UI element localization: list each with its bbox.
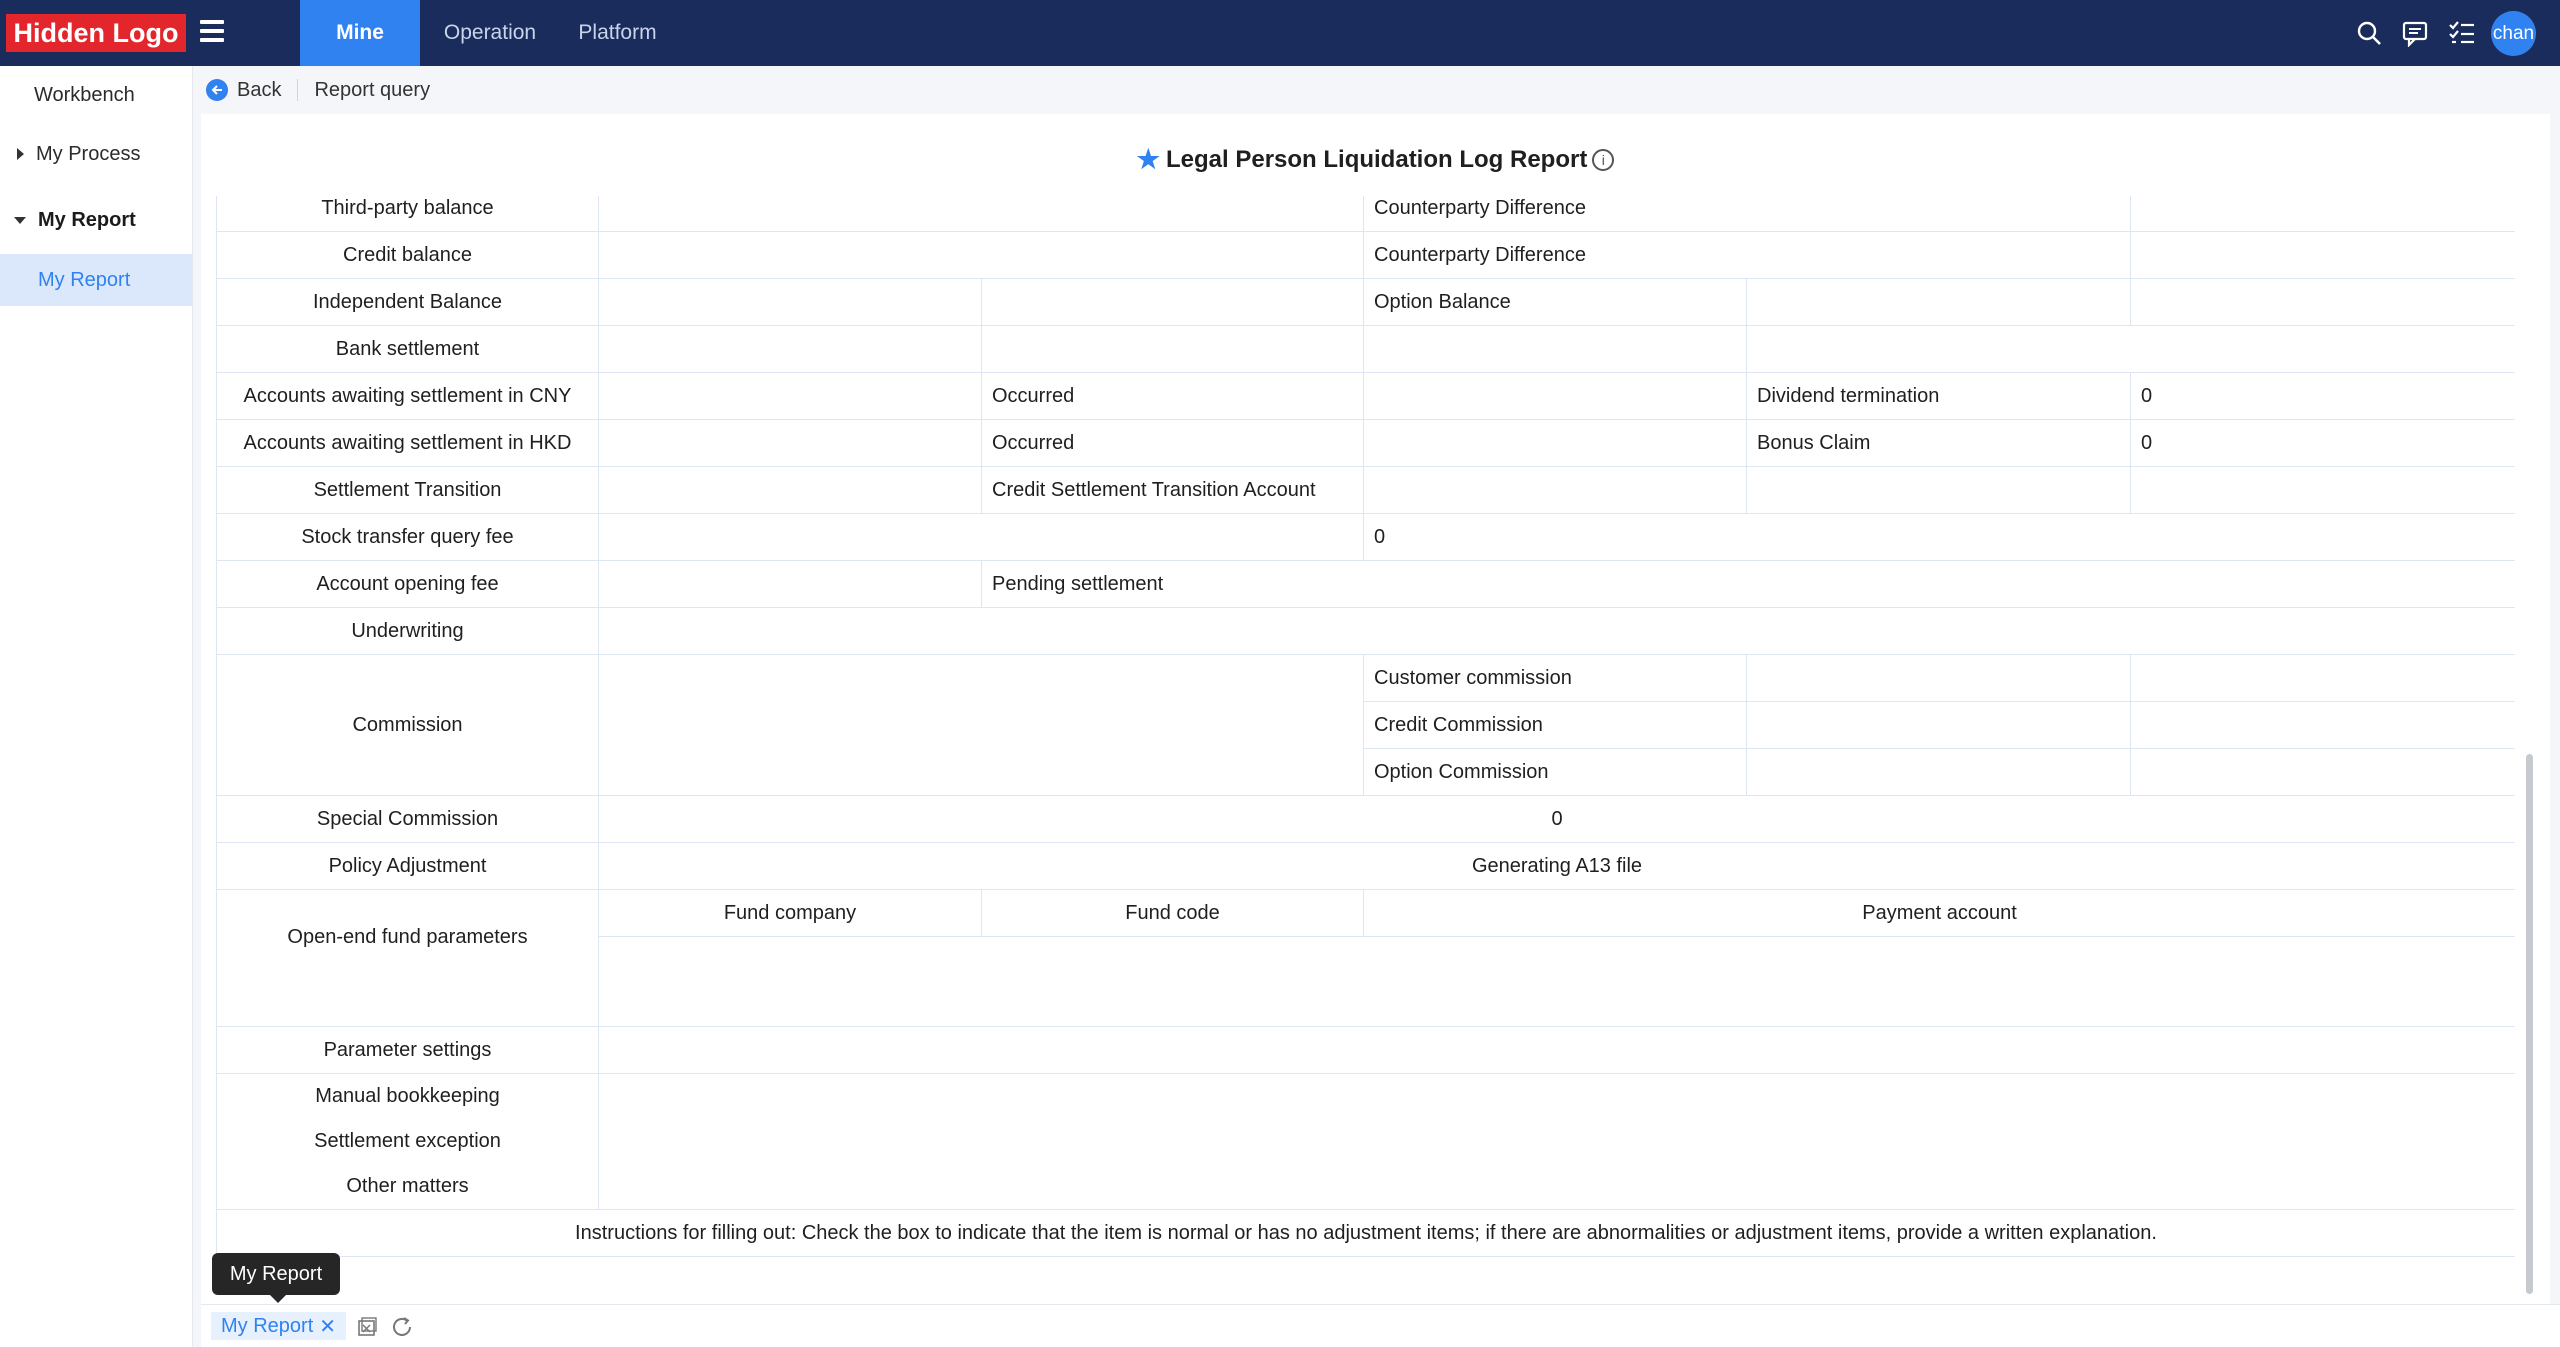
table-cell: Bank settlement xyxy=(216,325,599,373)
table-cell: Generating A13 file xyxy=(598,842,2515,890)
task-list-icon[interactable] xyxy=(2448,19,2476,47)
table-cell: Settlement Transition xyxy=(216,466,599,514)
table-row: Instructions for filling out: Check the … xyxy=(216,1209,2515,1257)
report-title-text: Legal Person Liquidation Log Report xyxy=(1165,145,1588,173)
table-cell: Special Commission xyxy=(216,795,599,843)
nav-tab-mine[interactable]: Mine xyxy=(300,0,420,66)
table-cell: Payment account xyxy=(1363,889,2515,937)
table-row: Policy Adjustment Generating A13 file xyxy=(216,842,2515,890)
close-icon[interactable]: ✕ xyxy=(319,1314,336,1339)
table-cell: Occurred xyxy=(981,419,1364,467)
sidebar-item-workbench[interactable]: Workbench xyxy=(0,69,192,121)
table-cell: Policy Adjustment xyxy=(216,842,599,890)
table-cell: 0 xyxy=(2130,372,2515,420)
table-cell: Third-party balance xyxy=(216,196,599,232)
table-cell: Open-end fund parameters xyxy=(216,889,599,1027)
sidebar-item-my-report[interactable]: My Report xyxy=(0,254,192,306)
report-table-scroll[interactable]: Third-party balance Counterparty Differe… xyxy=(216,196,2515,1266)
nav-tab-platform[interactable]: Platform xyxy=(560,0,675,66)
sidebar-item-label: My Process xyxy=(36,142,141,165)
breadcrumb-current: Report query xyxy=(314,78,431,101)
star-icon[interactable]: ★ xyxy=(1137,144,1160,175)
table-row: Commission Customer commission xyxy=(216,654,2515,796)
table-row: Underwriting xyxy=(216,607,2515,655)
refresh-icon[interactable] xyxy=(390,1315,414,1339)
table-cell-line: Manual bookkeeping xyxy=(315,1085,500,1107)
table-row: Independent Balance Option Balance xyxy=(216,278,2515,326)
table-cell: Counterparty Difference xyxy=(1363,196,2131,232)
table-cell: Parameter settings xyxy=(216,1026,599,1074)
instructions-text: Instructions for filling out: Check the … xyxy=(216,1209,2515,1257)
top-navigation-bar: Hidden Logo Mine Operation Platform chan xyxy=(0,0,2560,66)
table-cell: Underwriting xyxy=(216,607,599,655)
sidebar-item-label: My Report xyxy=(38,208,136,231)
sidebar-group-my-report[interactable]: My Report xyxy=(0,194,192,246)
tab-my-report[interactable]: My Report ✕ xyxy=(211,1312,347,1340)
report-table: Third-party balance Counterparty Differe… xyxy=(216,196,2515,1257)
table-cell: Fund company xyxy=(598,889,982,937)
sidebar: Workbench My Process My Report My Report xyxy=(0,66,193,1347)
table-row: Settlement Transition Credit Settlement … xyxy=(216,466,2515,514)
table-cell: Commission xyxy=(216,654,599,796)
table-cell: Customer commission xyxy=(1363,654,1747,702)
menu-toggle-icon[interactable] xyxy=(200,20,224,42)
table-cell: Occurred xyxy=(981,372,1364,420)
bottom-tab-bar: My Report ✕ xyxy=(201,1304,2560,1347)
info-icon[interactable]: i xyxy=(1592,148,1615,171)
sidebar-item-label: Workbench xyxy=(34,83,135,106)
table-row: Manual bookkeeping Settlement exception … xyxy=(216,1073,2515,1210)
table-cell: Option Balance xyxy=(1363,278,1747,326)
table-row: Bank settlement xyxy=(216,325,2515,373)
table-cell: 0 xyxy=(1363,513,2515,561)
tab-label: My Report xyxy=(221,1314,314,1337)
table-cell: 0 xyxy=(598,795,2515,843)
caret-right-icon xyxy=(17,148,24,160)
table-cell: Credit balance xyxy=(216,231,599,279)
search-icon[interactable] xyxy=(2355,19,2383,47)
table-cell: Accounts awaiting settlement in HKD xyxy=(216,419,599,467)
table-cell: Manual bookkeeping Settlement exception … xyxy=(216,1073,599,1210)
table-row: Third-party balance Counterparty Differe… xyxy=(216,196,2515,232)
table-row: Special Commission 0 xyxy=(216,795,2515,843)
table-cell: Credit Settlement Transition Account xyxy=(981,466,1364,514)
breadcrumb: Back Report query xyxy=(200,70,430,110)
table-cell: Account opening fee xyxy=(216,560,599,608)
back-link[interactable]: Back xyxy=(237,79,281,102)
table-cell: Bonus Claim xyxy=(1746,419,2131,467)
back-arrow-icon[interactable] xyxy=(206,79,228,101)
table-row: Credit balance Counterparty Difference xyxy=(216,231,2515,279)
table-cell: Counterparty Difference xyxy=(1363,231,2131,279)
table-cell: Fund code xyxy=(981,889,1364,937)
table-cell: Independent Balance xyxy=(216,278,599,326)
nav-tab-operation[interactable]: Operation xyxy=(430,0,550,66)
table-row: Account opening fee Pending settlement xyxy=(216,560,2515,608)
report-panel: ★ Legal Person Liquidation Log Report i … xyxy=(201,114,2550,1304)
vertical-scrollbar[interactable] xyxy=(2526,754,2533,1294)
logo: Hidden Logo xyxy=(6,14,186,52)
table-cell: Dividend termination xyxy=(1746,372,2131,420)
table-cell: Stock transfer query fee xyxy=(216,513,599,561)
report-title: ★ Legal Person Liquidation Log Report i xyxy=(201,144,2550,175)
close-all-tabs-icon[interactable] xyxy=(356,1316,378,1338)
table-cell: Pending settlement xyxy=(981,560,2515,608)
table-row: Parameter settings xyxy=(216,1026,2515,1074)
table-cell: Option Commission xyxy=(1363,748,1747,796)
table-cell-line: Other matters xyxy=(346,1175,469,1197)
table-cell: Credit Commission xyxy=(1363,701,1747,749)
tab-tooltip: My Report xyxy=(212,1253,340,1303)
sidebar-item-label: My Report xyxy=(38,268,131,291)
table-row: Accounts awaiting settlement in CNY Occu… xyxy=(216,372,2515,420)
table-cell: Accounts awaiting settlement in CNY xyxy=(216,372,599,420)
table-row: Stock transfer query fee 0 xyxy=(216,513,2515,561)
table-row: Open-end fund parameters Fund company Fu… xyxy=(216,889,2515,1027)
user-avatar[interactable]: chan xyxy=(2491,11,2536,56)
breadcrumb-divider xyxy=(297,79,299,101)
table-cell-line: Settlement exception xyxy=(314,1130,501,1152)
table-cell: 0 xyxy=(2130,419,2515,467)
message-icon[interactable] xyxy=(2401,19,2429,47)
caret-down-icon xyxy=(14,216,26,224)
table-row: Accounts awaiting settlement in HKD Occu… xyxy=(216,419,2515,467)
sidebar-item-my-process[interactable]: My Process xyxy=(0,128,192,180)
